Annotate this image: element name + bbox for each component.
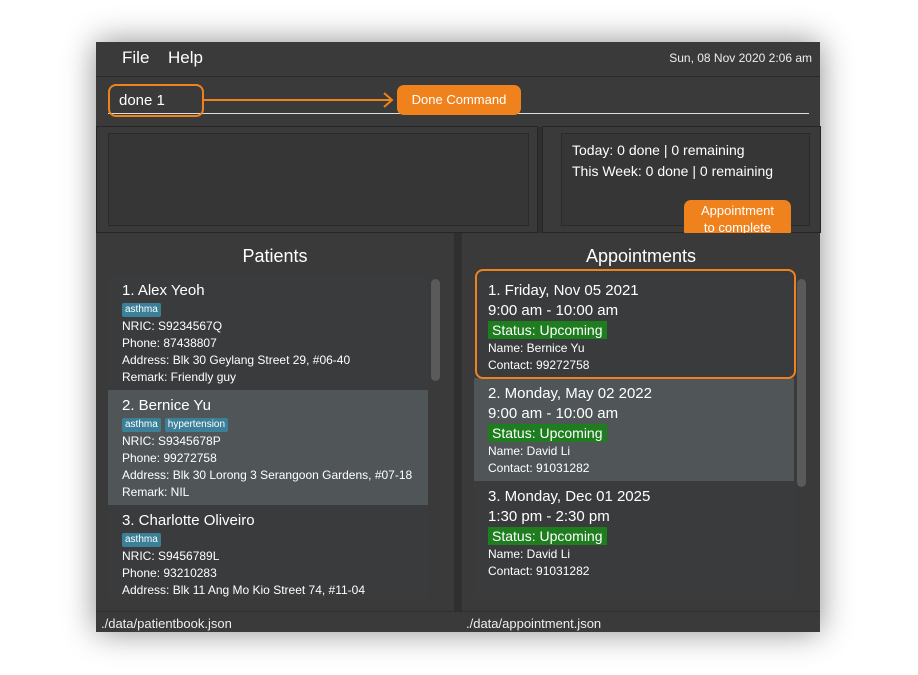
patient-card[interactable]: 1. Alex Yeoh asthma NRIC: S9234567Q Phon… [108, 275, 428, 390]
patient-card[interactable]: 3. Charlotte Oliveiro asthma NRIC: S9456… [108, 505, 428, 598]
appointment-patient: Name: David Li [488, 547, 571, 561]
menu-help[interactable]: Help [168, 48, 203, 68]
stats-week: This Week: 0 done | 0 remaining [572, 163, 774, 179]
command-highlight [108, 84, 204, 117]
appointment-time: 1:30 pm - 2:30 pm [488, 508, 610, 525]
patient-nric: NRIC: S9345678P [122, 434, 221, 448]
patients-title: Patients [242, 246, 308, 266]
tag: hypertension [164, 417, 229, 432]
appointment-card[interactable]: 3. Monday, Dec 01 2025 1:30 pm - 2:30 pm… [474, 481, 794, 584]
appointment-highlight [475, 269, 796, 379]
patient-phone: Phone: 87438807 [122, 336, 217, 350]
patient-card[interactable]: 2. Bernice Yu asthma hypertension NRIC: S… [108, 390, 428, 505]
callout-done-command: Done Command [397, 85, 521, 115]
patient-remark: Remark: Friendly guy [122, 370, 237, 384]
patient-phone: Phone: 93210283 [122, 566, 217, 580]
patient-address: Address: Blk 30 Geylang Street 29, #06-4… [122, 353, 351, 367]
appointment-time: 9:00 am - 10:00 am [488, 405, 619, 422]
appointment-contact: Contact: 91031282 [488, 461, 590, 475]
clock: Sun, 08 Nov 2020 2:06 am [669, 51, 812, 65]
tag: asthma [122, 532, 161, 547]
appointment-card[interactable]: 2. Monday, May 02 2022 9:00 am - 10:00 a… [474, 378, 794, 481]
tag: asthma [122, 417, 161, 432]
patient-address: Address: Blk 30 Lorong 3 Serangoon Garde… [122, 468, 413, 482]
patient-name: 1. Alex Yeoh [122, 282, 205, 299]
patient-name: 3. Charlotte Oliveiro [122, 512, 255, 529]
patient-scrollbar[interactable] [431, 279, 440, 381]
patient-remark: Remark: NIL [122, 485, 190, 499]
patient-nric: NRIC: S9234567Q [122, 319, 223, 333]
appointment-date: 3. Monday, Dec 01 2025 [488, 488, 651, 505]
patients-panel: Patients 1. Alex Yeoh asthma NRIC: S9234… [96, 233, 454, 611]
callout-line: Appointment [701, 203, 774, 218]
appointment-scrollbar[interactable] [797, 279, 806, 487]
status-badge: Status: Upcoming [488, 424, 607, 442]
app-window: File Help Sun, 08 Nov 2020 2:06 am done … [96, 42, 821, 632]
patient-address: Address: Blk 11 Ang Mo Kio Street 74, #1… [122, 583, 366, 597]
patient-name: 2. Bernice Yu [122, 397, 211, 414]
menu-file[interactable]: File [122, 48, 149, 68]
stats-today: Today: 0 done | 0 remaining [572, 142, 745, 158]
patient-phone: Phone: 99272758 [122, 451, 217, 465]
result-display [108, 133, 529, 226]
tag: asthma [122, 302, 161, 317]
patient-nric: NRIC: S9456789L [122, 549, 220, 563]
appointments-file-path: ./data/appointment.json [466, 616, 602, 631]
appointment-patient: Name: David Li [488, 444, 571, 458]
patients-file-path: ./data/patientbook.json [101, 616, 232, 631]
appointments-title: Appointments [585, 246, 697, 266]
patient-list[interactable]: 1. Alex Yeoh asthma NRIC: S9234567Q Phon… [108, 275, 428, 598]
menu-bar: File Help Sun, 08 Nov 2020 2:06 am [96, 42, 820, 76]
status-badge: Status: Upcoming [488, 527, 607, 545]
appointment-date: 2. Monday, May 02 2022 [488, 385, 652, 402]
result-display-panel [96, 126, 538, 233]
appointment-contact: Contact: 91031282 [488, 564, 590, 578]
arrow-right-icon [202, 92, 394, 108]
